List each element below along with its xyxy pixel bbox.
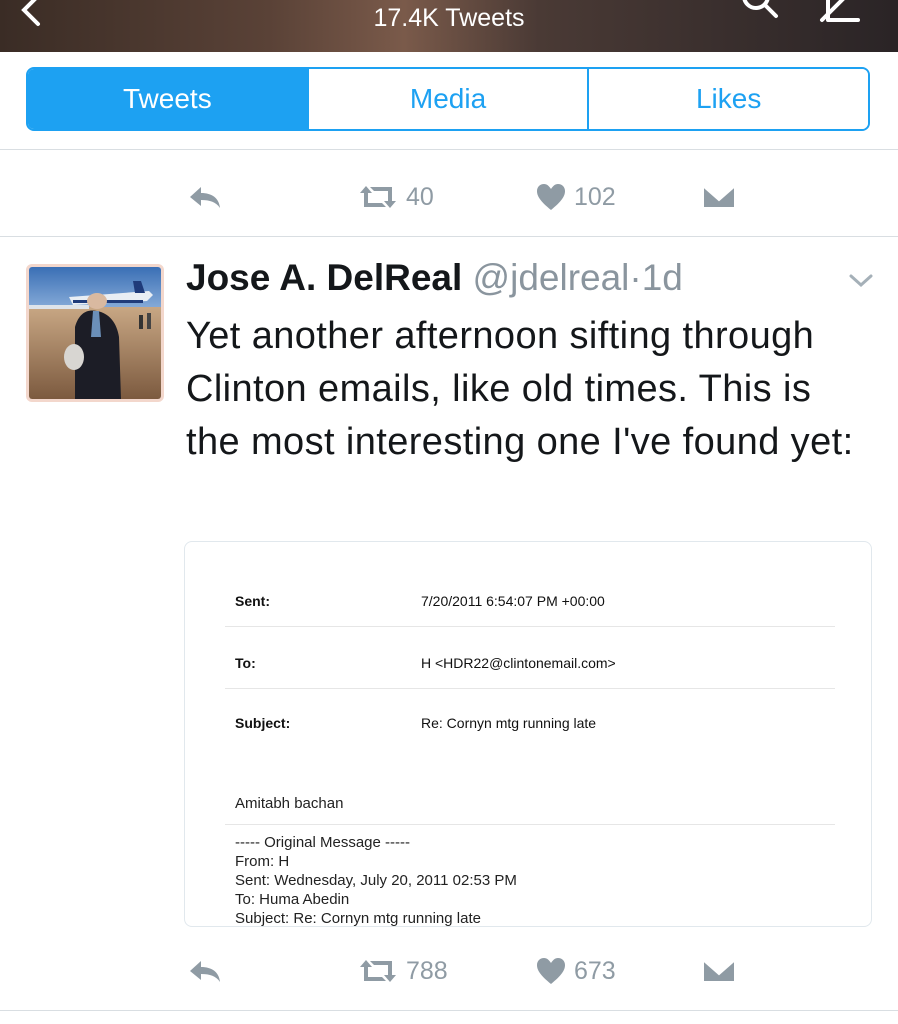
compose-tweet-icon[interactable] xyxy=(814,0,866,30)
email-original-header: ----- Original Message ----- xyxy=(235,834,411,851)
direct-message-button[interactable] xyxy=(702,177,736,217)
avatar[interactable] xyxy=(26,264,164,402)
avatar-photo xyxy=(29,267,161,399)
divider xyxy=(0,236,898,237)
retweet-icon xyxy=(360,960,396,982)
retweet-button[interactable]: 40 xyxy=(358,177,434,217)
author-handle[interactable]: @jdelreal xyxy=(473,257,630,298)
envelope-icon xyxy=(702,959,736,983)
tweet-media-image[interactable]: Sent: 7/20/2011 6:54:07 PM +00:00 To: H … xyxy=(184,541,872,927)
email-body: Amitabh bachan xyxy=(235,795,344,812)
tweet-timestamp: 1d xyxy=(641,257,683,298)
divider xyxy=(225,688,835,689)
reply-icon xyxy=(190,187,220,208)
tweet-author-line: Jose A. DelReal @jdelreal·1d xyxy=(186,257,683,299)
divider xyxy=(0,149,898,150)
tweet-text: Yet another afternoon sifting through Cl… xyxy=(186,315,854,463)
email-sent-value: 7/20/2011 6:54:07 PM +00:00 xyxy=(421,593,605,609)
heart-icon xyxy=(537,184,565,210)
email-subject-row: Subject: Re: Cornyn mtg running late xyxy=(235,715,596,731)
timestamp-separator: · xyxy=(629,257,642,298)
author-name[interactable]: Jose A. DelReal xyxy=(186,257,462,298)
retweet-button[interactable]: 788 xyxy=(358,951,448,991)
email-subject-label: Subject: xyxy=(235,715,291,731)
retweet-count: 40 xyxy=(406,182,434,211)
email-orig-subject: Subject: Re: Cornyn mtg running late xyxy=(235,910,481,927)
direct-message-button[interactable] xyxy=(702,951,736,991)
reply-button[interactable] xyxy=(188,951,222,991)
reply-button[interactable] xyxy=(188,177,222,217)
tab-likes[interactable]: Likes xyxy=(587,69,868,129)
divider xyxy=(225,626,835,627)
prev-tweet-actions: 40 102 xyxy=(0,177,898,217)
like-button[interactable]: 102 xyxy=(536,177,616,217)
email-to-value: H <HDR22@clintonemail.com> xyxy=(421,655,616,671)
email-to-label: To: xyxy=(235,655,256,671)
reply-icon xyxy=(190,961,220,982)
like-count: 673 xyxy=(574,956,616,985)
divider xyxy=(0,1010,898,1011)
profile-tabs: Tweets Media Likes xyxy=(26,67,870,131)
retweet-icon xyxy=(360,186,396,208)
tweet-actions: 788 673 xyxy=(0,951,898,991)
email-orig-from: From: H xyxy=(235,853,290,870)
search-icon[interactable] xyxy=(738,0,784,30)
profile-header-bar: 17.4K Tweets xyxy=(0,0,898,52)
email-subject-value: Re: Cornyn mtg running late xyxy=(421,715,597,731)
email-to-row: To: H <HDR22@clintonemail.com> xyxy=(235,655,616,671)
tab-media[interactable]: Media xyxy=(306,69,588,129)
email-orig-sent: Sent: Wednesday, July 20, 2011 02:53 PM xyxy=(235,872,517,889)
like-button[interactable]: 673 xyxy=(536,951,616,991)
chevron-down-icon[interactable] xyxy=(848,272,874,290)
like-count: 102 xyxy=(574,182,616,211)
email-orig-to: To: Huma Abedin xyxy=(235,891,350,908)
retweet-count: 788 xyxy=(406,956,448,985)
email-sent-label: Sent: xyxy=(235,593,270,609)
email-sent-row: Sent: 7/20/2011 6:54:07 PM +00:00 xyxy=(235,593,605,609)
envelope-icon xyxy=(702,185,736,209)
tab-tweets[interactable]: Tweets xyxy=(28,69,307,129)
heart-icon xyxy=(537,958,565,984)
divider xyxy=(225,824,835,825)
